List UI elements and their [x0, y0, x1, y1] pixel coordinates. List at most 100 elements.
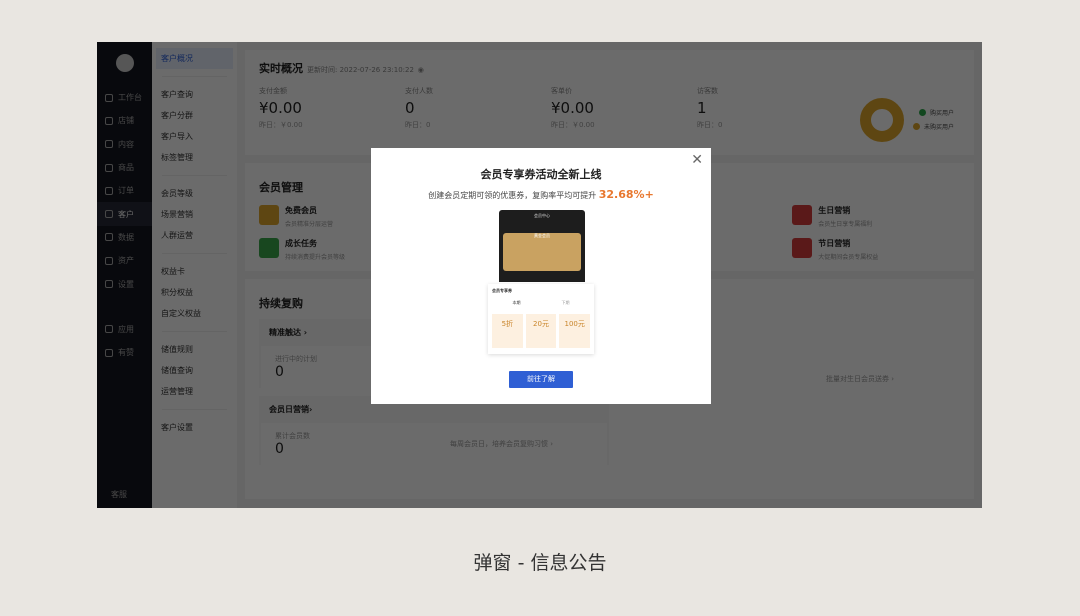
- stat-yesterday: 昨日：￥0.00: [259, 121, 303, 129]
- nav-icon: [105, 348, 113, 357]
- highlight-rate: 32.68%+: [598, 188, 654, 201]
- tab-this-period: 本期: [512, 300, 521, 305]
- feature-icon: [259, 205, 279, 225]
- sidebar-item[interactable]: 工作台: [97, 86, 152, 109]
- sidebar-item-label: 应用: [118, 324, 134, 334]
- member-feature[interactable]: 生日营销 会员生日享专属福利: [792, 205, 960, 228]
- sidebar-item-label: 商品: [118, 163, 134, 173]
- stat-value: ¥0.00: [259, 99, 302, 117]
- coupon-panel: 会员专享券 本期 下期 5折 20元 100元: [488, 284, 594, 354]
- birthday-link[interactable]: 批量对生日会员送券 ›: [826, 374, 894, 384]
- sidebar-item[interactable]: 内容: [97, 133, 152, 156]
- divider: [162, 253, 227, 254]
- coupon-title: 会员专享券: [492, 288, 512, 293]
- subnav-item[interactable]: 会员等级: [152, 183, 237, 204]
- divider: [162, 331, 227, 332]
- announcement-modal: ✕ 会员专享券活动全新上线 创建会员定期可领的优惠券，复购率平均可提升 32.6…: [371, 148, 711, 404]
- stat-item: 支付金额 ¥0.00 昨日：￥0.00: [259, 86, 405, 130]
- sidebar-item[interactable]: 有赞: [97, 341, 152, 364]
- member-feature[interactable]: 节日营销 大促期间会员专属权益: [792, 238, 960, 261]
- subnav-item[interactable]: 客户分群: [152, 105, 237, 126]
- stat-yesterday: 昨日：0: [697, 121, 723, 129]
- feature-icon: [792, 205, 813, 225]
- eye-icon[interactable]: ◉: [418, 66, 424, 74]
- close-icon[interactable]: ✕: [691, 152, 703, 168]
- divider: [162, 175, 227, 176]
- sidebar-item[interactable]: 商品: [97, 156, 152, 179]
- coupon: 100元: [559, 314, 591, 348]
- nav-icon: [105, 325, 113, 334]
- coupon: 5折: [492, 314, 523, 348]
- nav-icon: [105, 116, 113, 125]
- caption: 弹窗 - 信息公告: [473, 552, 607, 574]
- subnav-item[interactable]: 积分权益: [152, 282, 237, 303]
- sidebar-item[interactable]: 数据: [97, 226, 152, 249]
- repurchase-block: 会员日营销› 累计会员数 0 每周会员日，培养会员复购习惯 ›: [259, 396, 609, 465]
- subnav-item[interactable]: 储值规则: [152, 339, 237, 360]
- stat-item: 客单价 ¥0.00 昨日：￥0.00: [551, 86, 697, 130]
- subnav-item[interactable]: 客户导入: [152, 126, 237, 147]
- legend-item: 未购买用户: [912, 122, 954, 131]
- divider: [162, 409, 227, 410]
- stat-value: 0: [405, 99, 415, 117]
- phone-preview-image: 会员中心 黄金会员 会员专享券 本期 下期 5折 20元 100元: [488, 210, 594, 360]
- stat-item: 支付人数 0 昨日：0: [405, 86, 551, 130]
- subnav-item[interactable]: 权益卡: [152, 261, 237, 282]
- donut-chart: [860, 98, 904, 142]
- customer-service-link[interactable]: 客服: [111, 489, 127, 500]
- sidebar-item-label: 有赞: [118, 348, 134, 358]
- divider: [162, 76, 227, 77]
- stat-label: 客单价: [551, 87, 572, 95]
- nav-icon: [105, 256, 113, 265]
- stat-label: 支付人数: [405, 87, 433, 95]
- sidebar-item[interactable]: 店铺: [97, 109, 152, 132]
- sidebar-item[interactable]: 应用: [97, 318, 152, 341]
- shop-avatar[interactable]: [115, 54, 134, 72]
- feature-title: 节日营销: [818, 239, 851, 248]
- subnav-item[interactable]: 客户查询: [152, 84, 237, 105]
- realtime-title: 实时概况: [259, 62, 303, 75]
- sidebar-item-label: 店铺: [118, 116, 134, 126]
- nav-icon: [105, 140, 113, 149]
- stat-item: 访客数 1 昨日：0: [697, 86, 843, 130]
- sidebar-item-label: 设置: [118, 279, 134, 289]
- sidebar-item[interactable]: 客户: [97, 202, 152, 226]
- subnav-item[interactable]: 自定义权益: [152, 303, 237, 324]
- subnav-item[interactable]: 客户设置: [152, 417, 237, 438]
- subnav-item[interactable]: 人群运营: [152, 225, 237, 246]
- subnav-item[interactable]: 储值查询: [152, 360, 237, 381]
- legend-dot: [918, 109, 926, 116]
- sub-navigation: 客户概况 客户查询 客户分群 客户导入 标签管理会员等级 场景营销 人群运营权益卡 积分权益…: [152, 42, 237, 508]
- modal-title: 会员专享券活动全新上线: [480, 168, 602, 181]
- updated-time: 更新时间: 2022-07-26 23:10:22: [307, 66, 414, 74]
- subnav-item[interactable]: 运营管理: [152, 381, 237, 402]
- gold-label: 黄金会员: [534, 233, 550, 238]
- sidebar-item-label: 内容: [118, 139, 134, 149]
- gold-member-card: 黄金会员: [503, 233, 581, 271]
- feature-desc: 会员生日享专属福利: [818, 221, 873, 228]
- modal-subtitle: 创建会员定期可领的优惠券，复购率平均可提升: [428, 191, 597, 200]
- learn-more-button[interactable]: 前往了解: [509, 371, 573, 388]
- legend-item: 购买用户: [918, 108, 954, 117]
- nav-icon: [105, 163, 113, 172]
- nav-icon: [105, 233, 113, 242]
- nav-icon: [105, 280, 113, 289]
- sidebar: 工作台店铺内容商品订单客户 数据资产设置应用有赞 客服: [97, 42, 152, 508]
- coupon: 20元: [525, 314, 557, 348]
- sidebar-item-label: 订单: [118, 186, 134, 196]
- sidebar-item-label: 资产: [118, 256, 134, 266]
- sidebar-item[interactable]: 资产: [97, 249, 152, 272]
- feature-title: 成长任务: [285, 239, 317, 248]
- stat-label: 访客数: [697, 87, 718, 95]
- feature-desc: 会员精准分层运营: [285, 221, 334, 228]
- feature-icon: [259, 238, 279, 258]
- sidebar-item[interactable]: 订单: [97, 179, 152, 202]
- sidebar-item-label: 工作台: [118, 93, 142, 103]
- sidebar-item[interactable]: 设置: [97, 272, 152, 295]
- feature-desc: 持续消费提升会员等级: [285, 254, 346, 261]
- subnav-item[interactable]: 标签管理: [152, 147, 237, 168]
- block-link[interactable]: 每周会员日，培养会员复购习惯 ›: [450, 439, 553, 449]
- subnav-item[interactable]: 场景营销: [152, 204, 237, 225]
- subnav-item-overview[interactable]: 客户概况: [156, 48, 233, 69]
- nav-icon: [105, 93, 113, 102]
